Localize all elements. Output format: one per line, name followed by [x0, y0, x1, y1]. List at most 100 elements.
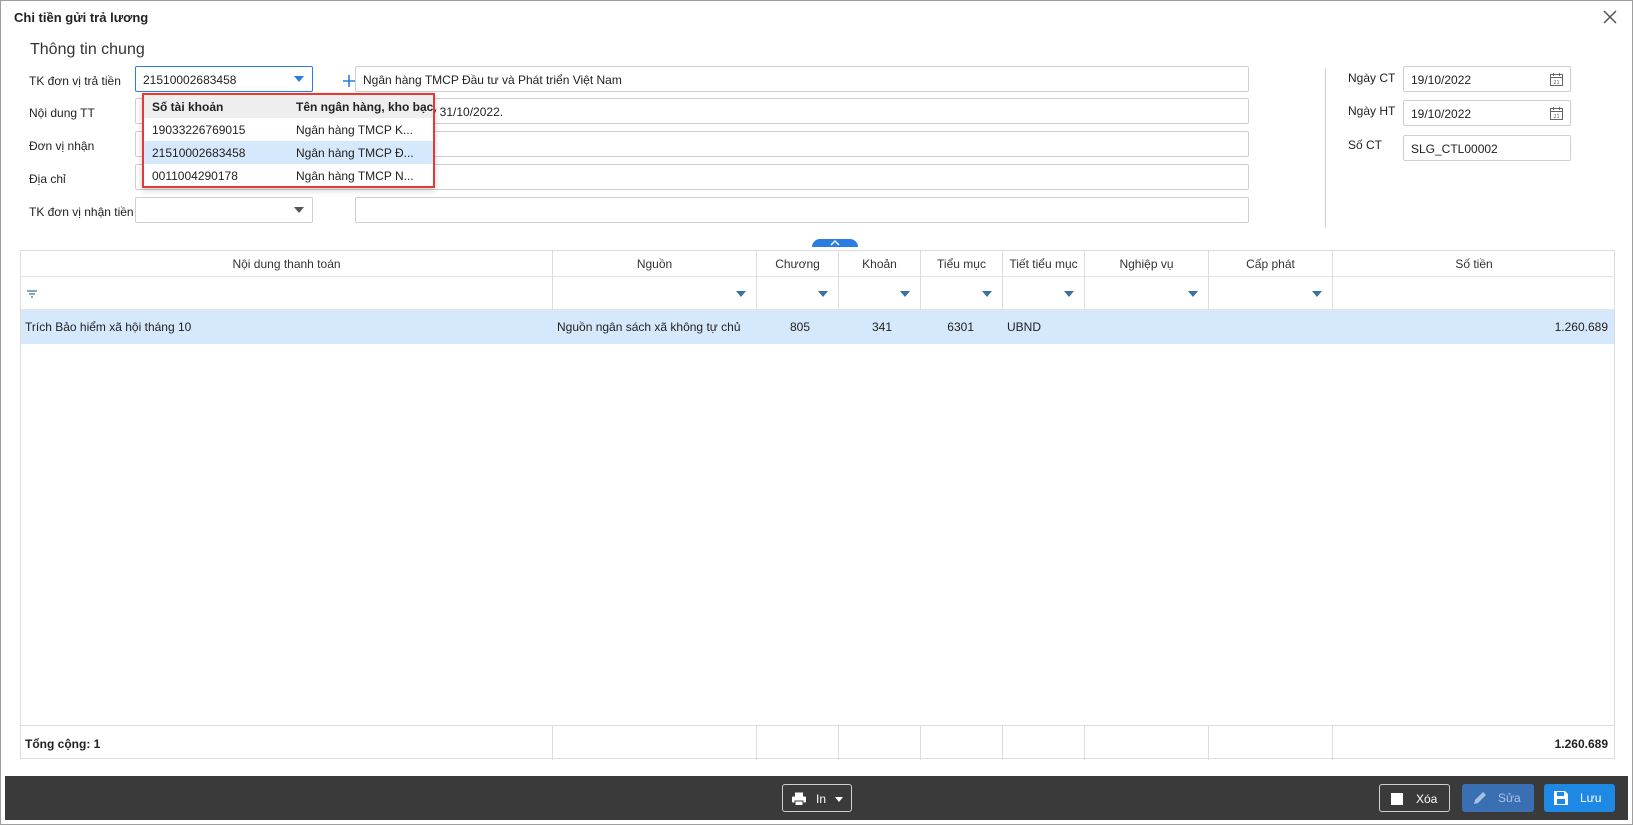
- column-header-sub-item[interactable]: Tiểu mục: [921, 251, 1003, 277]
- option-bank: Ngân hàng TMCP Đ...: [296, 146, 414, 160]
- calendar-icon[interactable]: 21: [1549, 72, 1564, 87]
- option-bank: Ngân hàng TMCP K...: [296, 123, 413, 137]
- filter-cell-chapter[interactable]: [757, 277, 839, 310]
- column-header-allocation[interactable]: Cấp phát: [1209, 251, 1333, 277]
- cell-item: 341: [871, 320, 892, 334]
- window-title: Chi tiền gửi trả lương: [14, 10, 149, 25]
- delete-button[interactable]: Xóa: [1379, 784, 1450, 812]
- section-title: Thông tin chung: [30, 41, 145, 58]
- dialog-window: Chi tiền gửi trả lương Thông tin chung T…: [0, 0, 1633, 825]
- chevron-down-icon: [818, 291, 828, 297]
- receiver-account-label: TK đơn vị nhận tiền: [29, 205, 134, 219]
- cell-content: Trích Bảo hiểm xã hội tháng 10: [25, 320, 192, 334]
- chevron-down-icon: [900, 291, 910, 297]
- posting-date-field[interactable]: 19/10/2022 21: [1403, 100, 1571, 126]
- footer-total: 1.260.689: [1554, 737, 1608, 751]
- chevron-down-icon: [294, 76, 304, 82]
- filter-cell-amount[interactable]: [1333, 277, 1615, 310]
- filter-cell-detail[interactable]: [1003, 277, 1085, 310]
- section-divider: [1325, 68, 1326, 228]
- filter-cell-allocation[interactable]: [1209, 277, 1333, 310]
- receiver-label: Đơn vị nhận: [29, 139, 95, 153]
- filter-cell-business[interactable]: [1085, 277, 1209, 310]
- grid-footer: Tổng cộng: 1 1.260.689: [21, 725, 1614, 760]
- option-account: 21510002683458: [152, 146, 246, 160]
- print-button[interactable]: In: [782, 784, 852, 812]
- edit-button[interactable]: Sửa: [1462, 784, 1534, 812]
- dropdown-option-selected[interactable]: 21510002683458 Ngân hàng TMCP Đ...: [144, 141, 433, 164]
- payment-content-label: Nội dung TT: [29, 106, 95, 120]
- filter-icon[interactable]: [26, 289, 38, 299]
- option-account: 19033226769015: [152, 123, 246, 137]
- chevron-down-icon: [294, 207, 304, 213]
- chevron-down-icon: [736, 291, 746, 297]
- dropdown-option[interactable]: 19033226769015 Ngân hàng TMCP K...: [144, 118, 433, 141]
- floppy-disk-icon: [1554, 791, 1568, 805]
- bottom-toolbar: In Xóa Sửa Lưu: [5, 776, 1628, 820]
- filter-cell-sub-item[interactable]: [921, 277, 1003, 310]
- chevron-down-icon: [835, 797, 843, 802]
- cell-source: Nguồn ngân sách xã không tự chủ: [557, 320, 741, 334]
- pencil-icon: [1474, 792, 1486, 804]
- receiver-bank-field[interactable]: [355, 197, 1249, 223]
- payer-bank-field[interactable]: Ngân hàng TMCP Đầu tư và Phát triển Việt…: [355, 66, 1249, 92]
- dropdown-header: Số tài khoản Tên ngân hàng, kho bạc: [144, 95, 433, 118]
- filter-cell-content[interactable]: [21, 277, 553, 310]
- posting-date-value: 19/10/2022: [1411, 107, 1472, 121]
- table-row[interactable]: Trích Bảo hiểm xã hội tháng 10 Nguồn ngâ…: [21, 310, 1614, 344]
- voucher-no-field[interactable]: SLG_CTL00002: [1403, 135, 1571, 161]
- column-header-amount[interactable]: Số tiền: [1333, 251, 1615, 277]
- option-bank: Ngân hàng TMCP N...: [296, 169, 414, 183]
- chevron-down-icon: [982, 291, 992, 297]
- column-header-business[interactable]: Nghiệp vụ: [1085, 251, 1209, 277]
- close-button[interactable]: [1598, 5, 1622, 29]
- cell-chapter: 805: [789, 320, 810, 334]
- cell-sub-item: 6301: [947, 320, 974, 334]
- posting-date-label: Ngày HT: [1348, 104, 1396, 118]
- column-header-source[interactable]: Nguồn: [553, 251, 757, 277]
- address-label: Địa chỉ: [29, 172, 66, 186]
- option-account: 0011004290178: [152, 169, 238, 183]
- dropdown-option[interactable]: 0011004290178 Ngân hàng TMCP N...: [144, 164, 433, 187]
- column-header-content[interactable]: Nội dung thanh toán: [21, 251, 553, 277]
- chevron-down-icon: [1312, 291, 1322, 297]
- printer-icon: [792, 792, 806, 806]
- column-header-chapter[interactable]: Chương: [757, 251, 839, 277]
- voucher-date-value: 19/10/2022: [1411, 73, 1472, 87]
- svg-text:21: 21: [1553, 114, 1559, 120]
- voucher-date-label: Ngày CT: [1348, 71, 1396, 85]
- payer-account-select[interactable]: 21510002683458: [135, 66, 313, 92]
- edit-label: Sửa: [1498, 791, 1521, 805]
- voucher-no-label: Số CT: [1348, 138, 1383, 152]
- filter-cell-source[interactable]: [553, 277, 757, 310]
- voucher-no-value: SLG_CTL00002: [1411, 142, 1498, 156]
- chevron-down-icon: [1188, 291, 1198, 297]
- delete-label: Xóa: [1416, 792, 1438, 806]
- filter-cell-item[interactable]: [839, 277, 921, 310]
- svg-text:21: 21: [1553, 80, 1559, 86]
- footer-count: Tổng cộng: 1: [25, 737, 101, 751]
- title-bar: Chi tiền gửi trả lương: [1, 1, 1632, 33]
- print-label: In: [816, 792, 827, 806]
- account-dropdown-list: Số tài khoản Tên ngân hàng, kho bạc 1903…: [142, 93, 435, 188]
- payer-bank-value: Ngân hàng TMCP Đầu tư và Phát triển Việt…: [363, 73, 622, 87]
- collapse-header-button[interactable]: [812, 239, 858, 247]
- trash-icon: [1391, 793, 1403, 805]
- payer-account-value: 21510002683458: [143, 73, 237, 87]
- dropdown-header-account: Số tài khoản: [152, 100, 224, 114]
- save-button[interactable]: Lưu: [1544, 784, 1615, 812]
- cell-detail: UBND: [1007, 320, 1042, 334]
- payer-account-label: TK đơn vị trả tiền: [29, 74, 121, 88]
- column-header-detail[interactable]: Tiết tiểu mục: [1003, 251, 1085, 277]
- dropdown-header-bank: Tên ngân hàng, kho bạc: [296, 100, 434, 114]
- voucher-date-field[interactable]: 19/10/2022 21: [1403, 66, 1571, 92]
- chevron-up-icon: [830, 240, 840, 246]
- calendar-icon[interactable]: 21: [1549, 106, 1564, 121]
- chevron-down-icon: [1064, 291, 1074, 297]
- cell-amount: 1.260.689: [1554, 320, 1608, 334]
- close-icon: [1603, 10, 1617, 24]
- payment-grid: Nội dung thanh toán Nguồn Chương Khoản T…: [20, 250, 1615, 760]
- column-header-item[interactable]: Khoản: [839, 251, 921, 277]
- receiver-account-select[interactable]: [135, 197, 313, 223]
- save-label: Lưu: [1580, 791, 1602, 805]
